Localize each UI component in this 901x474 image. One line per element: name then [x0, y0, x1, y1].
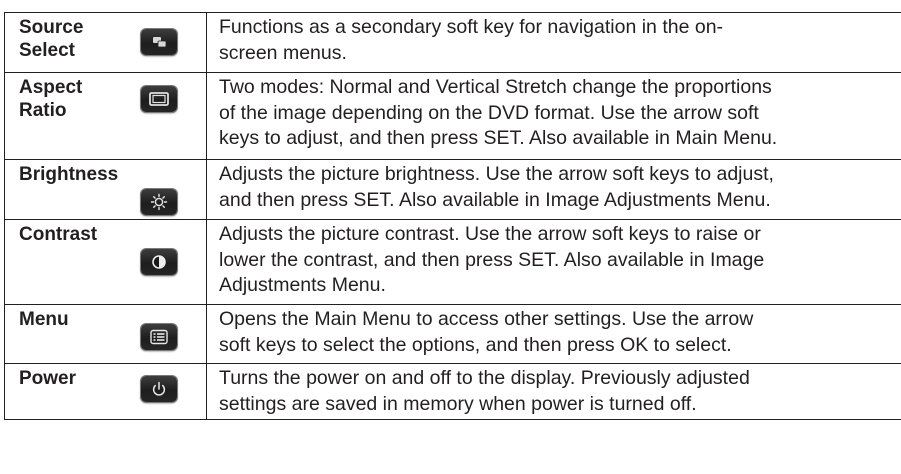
table-row-menu: Menu Opens the Main Menu to access other…: [4, 305, 901, 364]
key-description: Functions as a secondary soft key for na…: [219, 16, 724, 64]
key-cell: Aspect Ratio: [4, 73, 207, 159]
key-cell: Menu: [4, 305, 207, 363]
key-description: Turns the power on and off to the displa…: [219, 367, 750, 415]
table-row-source-select: Source Select Functions as a secondary s…: [4, 13, 901, 73]
table-row-power: Power Turns the power on and off to the …: [4, 364, 901, 420]
key-cell: Brightness: [4, 160, 207, 219]
aspect-ratio-icon: [141, 86, 177, 112]
key-description: Opens the Main Menu to access other sett…: [219, 308, 754, 356]
source-select-icon: [141, 29, 177, 55]
key-description: Two modes: Normal and Vertical Stretch c…: [219, 76, 778, 149]
key-name: Menu: [19, 309, 69, 330]
key-cell: Contrast: [4, 220, 207, 304]
key-cell: Source Select: [4, 13, 207, 72]
key-name: Contrast: [19, 224, 98, 245]
key-name: Power: [19, 368, 77, 389]
key-description: Adjusts the picture contrast. Use the ar…: [219, 223, 765, 296]
key-cell: Power: [4, 364, 207, 419]
key-name: Aspect Ratio: [19, 77, 83, 121]
table-row-brightness: Brightness Adjusts the picture brightnes…: [4, 160, 901, 220]
key-name: Source Select: [19, 17, 84, 61]
table-row-contrast: Contrast Adjusts the picture contrast. U…: [4, 220, 901, 305]
table-row-aspect-ratio: Aspect Ratio Two modes: Normal and Verti…: [4, 73, 901, 160]
contrast-icon: [141, 249, 177, 275]
menu-list-icon: [141, 324, 177, 350]
key-name: Brightness: [19, 164, 119, 185]
control-key-table: Source Select Functions as a secondary s…: [4, 12, 901, 420]
power-icon: [141, 376, 177, 402]
brightness-sun-icon: [141, 189, 177, 215]
key-description: Adjusts the picture brightness. Use the …: [219, 163, 774, 211]
